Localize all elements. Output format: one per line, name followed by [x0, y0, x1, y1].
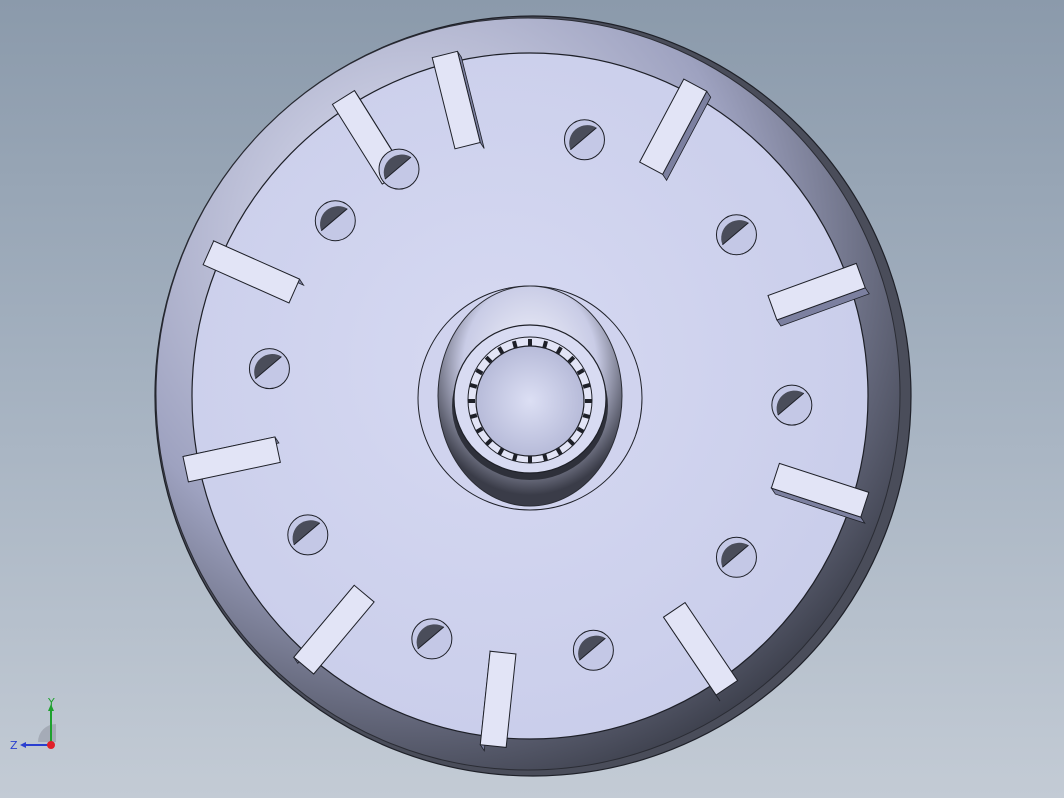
mounting-hole-1 — [378, 148, 420, 190]
spline-tooth — [542, 453, 548, 462]
hub — [417, 285, 643, 511]
spline-tooth — [512, 340, 518, 349]
x-axis-dot-icon — [47, 741, 55, 749]
spline-tooth — [469, 413, 478, 419]
spline-tooth — [582, 383, 591, 389]
orientation-triad: Y Z — [10, 696, 56, 752]
mounting-hole-8 — [287, 514, 329, 556]
mounting-hole-10 — [314, 200, 356, 242]
graphics-viewport[interactable]: Y Z — [0, 0, 1064, 798]
mounting-hole-4 — [771, 384, 813, 426]
spline-tooth — [512, 453, 518, 462]
mounting-hole-9 — [248, 348, 290, 390]
mounting-hole-5 — [715, 536, 757, 578]
impeller-model[interactable] — [0, 0, 1064, 798]
mounting-hole-6 — [572, 629, 614, 671]
z-axis-label: Z — [10, 739, 18, 752]
y-axis-label: Y — [47, 696, 55, 709]
mounting-hole-3 — [715, 214, 757, 256]
spline-tooth — [542, 340, 548, 349]
spline-tooth — [469, 383, 478, 389]
mounting-hole-2 — [563, 119, 605, 161]
spline-tooth — [582, 413, 591, 419]
mounting-hole-7 — [411, 618, 453, 660]
z-axis-arrow-icon — [20, 742, 26, 748]
